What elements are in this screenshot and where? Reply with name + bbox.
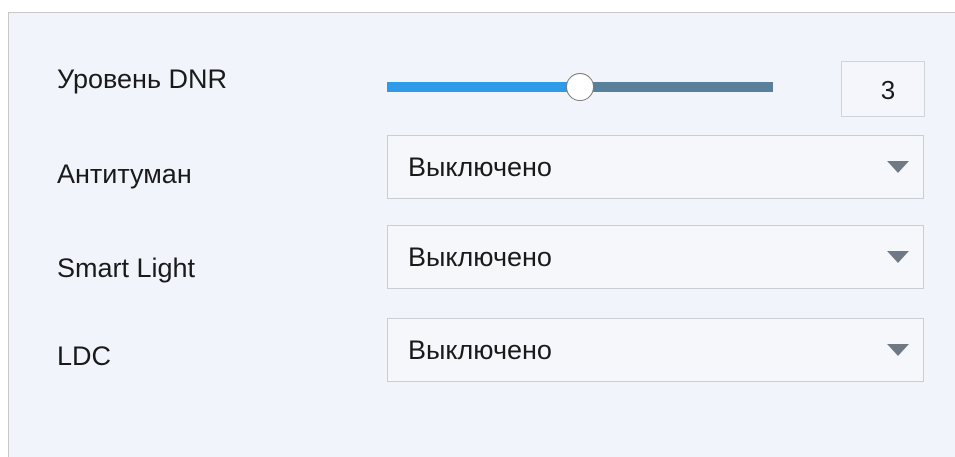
chevron-down-icon[interactable] [887,251,909,263]
dnr-level-value-input[interactable]: 3 [841,61,925,117]
settings-panel: Уровень DNR 3 Антитуман Выключено Smart … [8,12,955,457]
slider-thumb[interactable] [566,73,594,101]
antifog-label: Антитуман [57,159,192,189]
chevron-down-icon[interactable] [887,344,909,356]
ldc-label: LDC [57,341,112,371]
ldc-selected-value: Выключено [408,335,552,365]
slider-fill [387,82,580,92]
smart-light-label: Smart Light [57,253,196,283]
dnr-level-label: Уровень DNR [57,64,228,94]
smart-light-select[interactable]: Выключено [387,225,924,289]
antifog-select[interactable]: Выключено [387,135,924,199]
ldc-select[interactable]: Выключено [387,318,924,382]
chevron-down-icon[interactable] [887,161,909,173]
dnr-level-slider[interactable] [387,73,773,101]
smart-light-selected-value: Выключено [408,242,552,272]
antifog-selected-value: Выключено [408,152,552,182]
